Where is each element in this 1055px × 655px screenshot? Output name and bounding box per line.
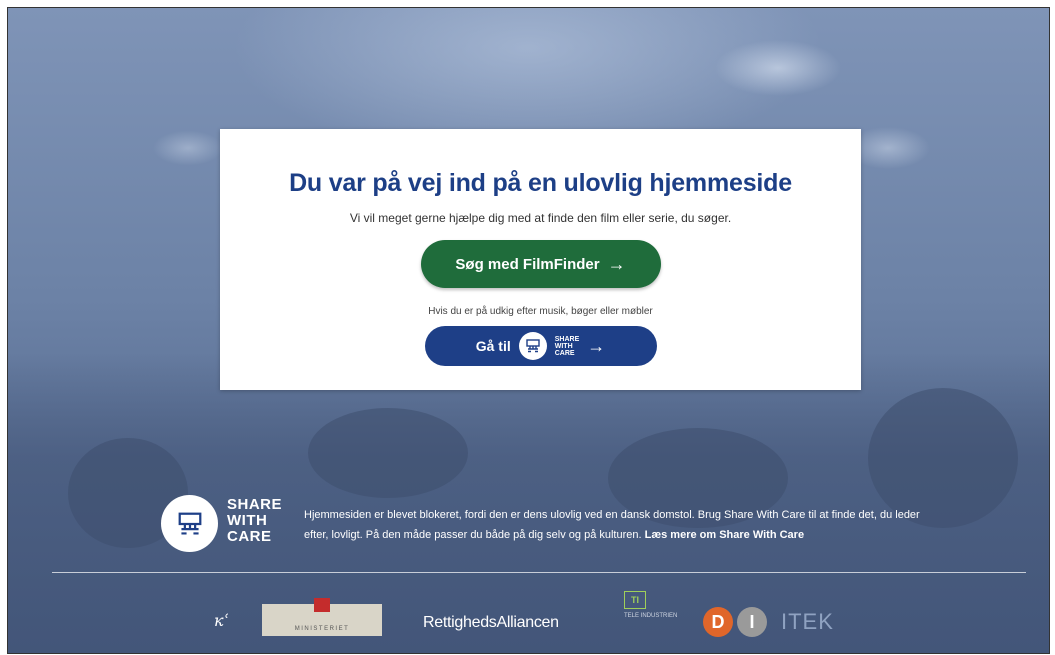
arrow-right-icon: → — [607, 253, 626, 274]
goto-label: Gå til — [475, 338, 511, 354]
read-more-link[interactable]: Læs mere om Share With Care — [645, 529, 804, 541]
share-with-care-wordmark: SHARE WITH CARE — [227, 496, 283, 545]
kulturministeriet-logo: кՙ MINISTERIET — [214, 598, 382, 640]
page-title: Du var på vej ind på en ulovlig hjemmesi… — [289, 169, 792, 197]
hint-text: Hvis du er på udkig efter musik, bøger e… — [428, 306, 653, 317]
crown-icon — [314, 598, 330, 612]
crowd-silhouette — [308, 408, 468, 498]
teleindustrien-logo: TI TELE INDUSTRIEN — [618, 591, 678, 620]
rettighedsalliancen-logo: RettighedsAlliancen — [423, 614, 559, 631]
blocked-page: Du var på vej ind på en ulovlig hjemmesi… — [7, 7, 1050, 654]
arrow-right-icon: → — [587, 335, 606, 356]
share-with-care-wordmark: SHARE WITH CARE — [554, 335, 580, 357]
share-with-care-icon — [518, 332, 547, 360]
di-itek-logo: D I ITEK — [703, 607, 834, 637]
filmfinder-label: Søg med FilmFinder — [455, 255, 600, 273]
subtitle: Vi vil meget gerne hjælpe dig med at fin… — [349, 211, 732, 225]
share-with-care-logo-icon — [161, 495, 218, 552]
share-with-care-button[interactable]: Gå til SHARE WITH CARE → — [424, 326, 657, 366]
footer-description: Hjemmesiden er blevet blokeret, fordi de… — [304, 509, 920, 541]
filmfinder-button[interactable]: Søg med FilmFinder → — [420, 240, 661, 288]
divider — [52, 572, 1026, 573]
block-notice-card: Du var på vej ind på en ulovlig hjemmesi… — [220, 129, 861, 390]
